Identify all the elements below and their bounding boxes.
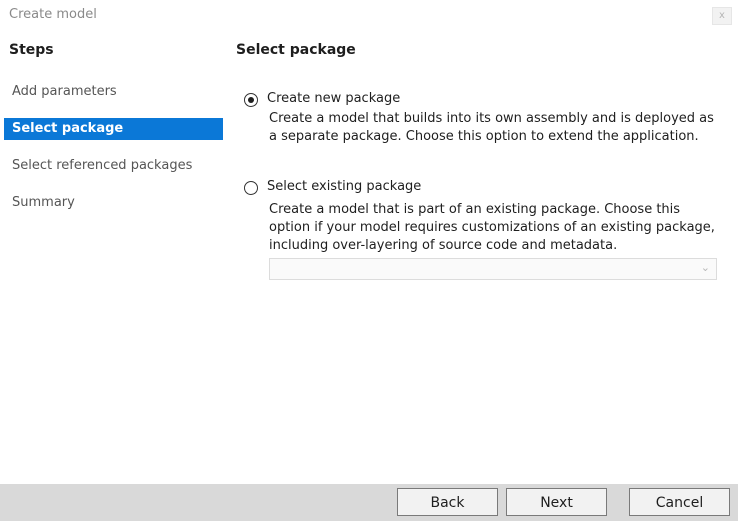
step-item-select-referenced-packages[interactable]: Select referenced packages	[4, 155, 223, 177]
title-bar: Create model x	[0, 0, 738, 30]
window-title: Create model	[9, 7, 97, 22]
back-button[interactable]: Back	[397, 488, 498, 516]
step-item-summary[interactable]: Summary	[4, 192, 223, 214]
select-existing-package-radio[interactable]	[244, 181, 258, 195]
page-title: Select package	[236, 42, 356, 58]
close-icon: x	[719, 10, 725, 21]
create-new-package-radio[interactable]	[244, 93, 258, 107]
step-item-select-package[interactable]: Select package	[4, 118, 223, 140]
steps-pane: Steps Add parameters Select package Sele…	[0, 30, 230, 484]
steps-heading: Steps	[9, 42, 54, 58]
main-pane: Select package Create new package Create…	[236, 30, 731, 484]
cancel-button[interactable]: Cancel	[629, 488, 730, 516]
step-item-add-parameters[interactable]: Add parameters	[4, 81, 223, 103]
existing-package-dropdown[interactable]: ⌄	[269, 258, 717, 280]
select-existing-package-description: Create a model that is part of an existi…	[269, 202, 715, 253]
right-edge	[731, 30, 738, 484]
button-bar: Back Next Cancel	[0, 484, 738, 521]
chevron-down-icon: ⌄	[700, 261, 710, 274]
next-button[interactable]: Next	[506, 488, 607, 516]
close-button[interactable]: x	[712, 7, 732, 25]
create-new-package-description: Create a model that builds into its own …	[269, 111, 714, 144]
create-new-package-label[interactable]: Create new package	[267, 91, 400, 106]
select-existing-package-label[interactable]: Select existing package	[267, 179, 421, 194]
